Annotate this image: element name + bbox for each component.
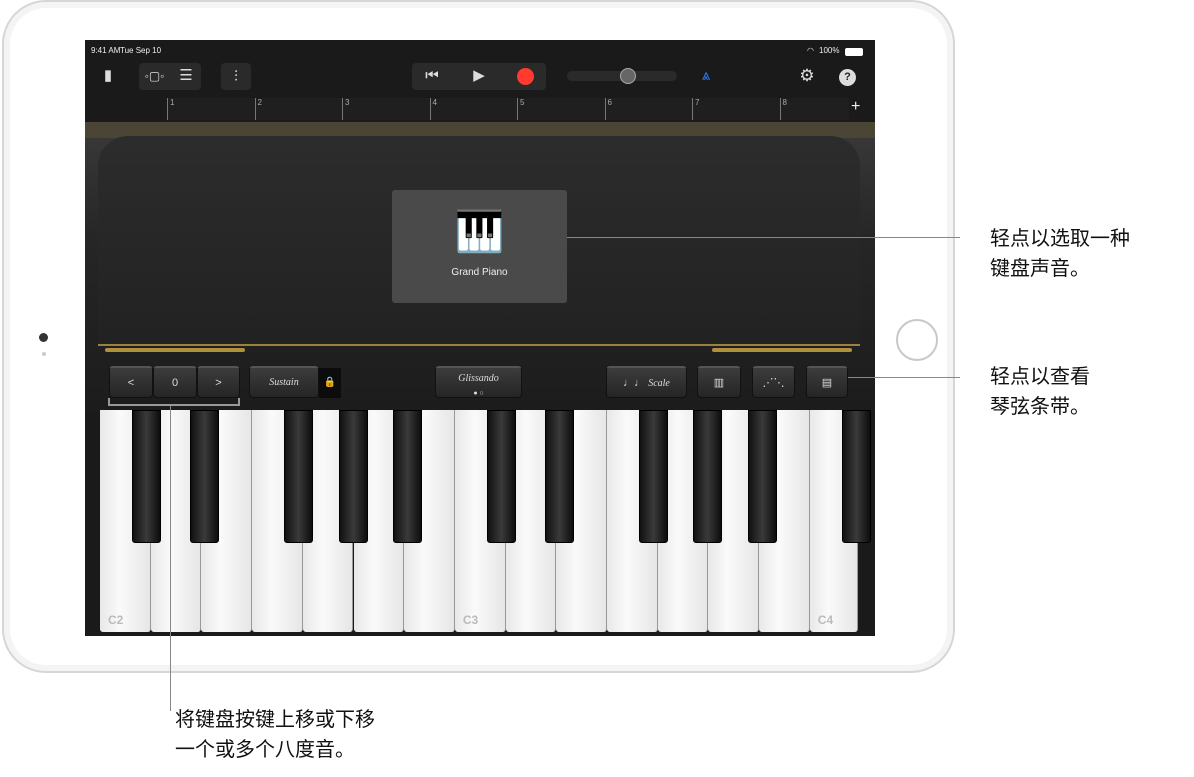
- callout-text: 一个或多个八度音。: [175, 739, 355, 761]
- battery-icon: [845, 48, 863, 56]
- page-dots: ● ○: [473, 389, 484, 397]
- help-icon[interactable]: ?: [839, 69, 856, 86]
- callout-text: 将键盘按键上移或下移: [175, 709, 375, 731]
- glissando-button[interactable]: Glissando ● ○: [435, 366, 522, 398]
- callout-bracket-octave: [108, 398, 240, 406]
- octave-down-button[interactable]: <: [109, 366, 153, 398]
- status-time: 9:41 AM: [91, 46, 121, 55]
- lock-icon[interactable]: 🔒: [319, 368, 341, 398]
- keyboard-mode-icon[interactable]: ▥: [697, 366, 741, 398]
- record-icon[interactable]: [517, 68, 534, 85]
- ruler-bar-3: 3: [342, 98, 349, 120]
- home-button[interactable]: [896, 319, 938, 361]
- key-label: C2: [108, 613, 124, 627]
- callout-text: 轻点以查看: [990, 366, 1090, 388]
- grand-piano-icon: 🎹: [454, 210, 505, 254]
- instrument-selector[interactable]: 🎹 Grand Piano: [392, 190, 567, 303]
- black-key[interactable]: [486, 410, 516, 543]
- battery-level: 100%: [819, 46, 840, 55]
- play-icon[interactable]: ▶: [457, 61, 501, 91]
- scale-button[interactable]: ♩♩ Scale: [606, 366, 687, 398]
- mixer-icon[interactable]: ⫶: [221, 63, 251, 90]
- glissando-label: Glissando: [458, 373, 499, 384]
- callout-line-octave: [170, 406, 171, 711]
- chord-strips-icon[interactable]: ▤: [806, 366, 848, 398]
- callout-text: 轻点以选取一种: [990, 228, 1130, 250]
- timeline-ruler[interactable]: 1 2 3 4 5 6 7 8: [167, 98, 849, 120]
- sustain-button[interactable]: Sustain: [249, 366, 319, 398]
- notes-icon: ♩♩: [623, 377, 646, 389]
- new-document-icon[interactable]: ▮: [93, 61, 123, 91]
- ruler-bar-6: 6: [604, 98, 612, 120]
- callout-strip: 轻点以查看琴弦条带。: [990, 362, 1090, 422]
- camera: [39, 333, 48, 342]
- piano-keyboard[interactable]: C2 C3 C4: [100, 410, 871, 632]
- octave-up-button[interactable]: >: [197, 366, 240, 398]
- callout-text: 琴弦条带。: [990, 396, 1090, 418]
- metronome-icon[interactable]: ⩓: [691, 61, 721, 91]
- key-label: C4: [817, 613, 834, 627]
- ruler-bar-2: 2: [254, 98, 262, 120]
- ruler-bar-5: 5: [517, 98, 524, 120]
- instrument-name: Grand Piano: [451, 267, 508, 278]
- gold-trim-left: [105, 348, 245, 352]
- black-key[interactable]: [131, 410, 161, 543]
- black-key[interactable]: [190, 410, 220, 543]
- wifi-icon: ◠: [807, 46, 814, 55]
- status-date: Tue Sep 10: [120, 46, 162, 55]
- black-key[interactable]: [545, 410, 575, 543]
- black-key[interactable]: [338, 410, 368, 543]
- black-key[interactable]: [841, 410, 871, 543]
- black-key[interactable]: [693, 410, 723, 543]
- ruler-bar-7: 7: [692, 98, 699, 120]
- black-key[interactable]: [748, 410, 778, 543]
- black-key[interactable]: [393, 410, 423, 543]
- black-key[interactable]: [283, 410, 313, 543]
- black-key[interactable]: [638, 410, 668, 543]
- key-label: C3: [462, 613, 479, 627]
- track-list-icon[interactable]: ☰: [171, 61, 201, 91]
- sensor: [42, 352, 46, 356]
- ruler-bar-1: 1: [167, 98, 174, 120]
- callout-text: 键盘声音。: [990, 258, 1090, 280]
- ruler-bar-8: 8: [779, 98, 787, 120]
- callout-line-sound: [567, 237, 960, 238]
- octave-value: 0: [153, 366, 197, 398]
- callout-sound: 轻点以选取一种 键盘声音。: [990, 224, 1130, 284]
- rewind-icon[interactable]: ⏮: [412, 61, 452, 91]
- garageband-screen: 9:41 AM Tue Sep 10 ◠ 100% ▮ ◦▢◦ ☰ ⫶ ⏮ ▶ …: [85, 40, 875, 636]
- callout-octave: 将键盘按键上移或下移 一个或多个八度音。: [175, 705, 375, 765]
- callout-line-strip: [848, 377, 960, 378]
- scale-label: Scale: [648, 378, 670, 389]
- tracks-view-icon[interactable]: ◦▢◦: [139, 61, 170, 91]
- arpeggiator-icon[interactable]: ⋰⋱: [752, 366, 795, 398]
- ruler-bar-4: 4: [429, 98, 437, 120]
- volume-slider-thumb[interactable]: [620, 68, 636, 84]
- settings-icon[interactable]: ⚙: [792, 61, 822, 91]
- gold-trim-right: [712, 348, 852, 352]
- add-section-button[interactable]: +: [851, 98, 860, 116]
